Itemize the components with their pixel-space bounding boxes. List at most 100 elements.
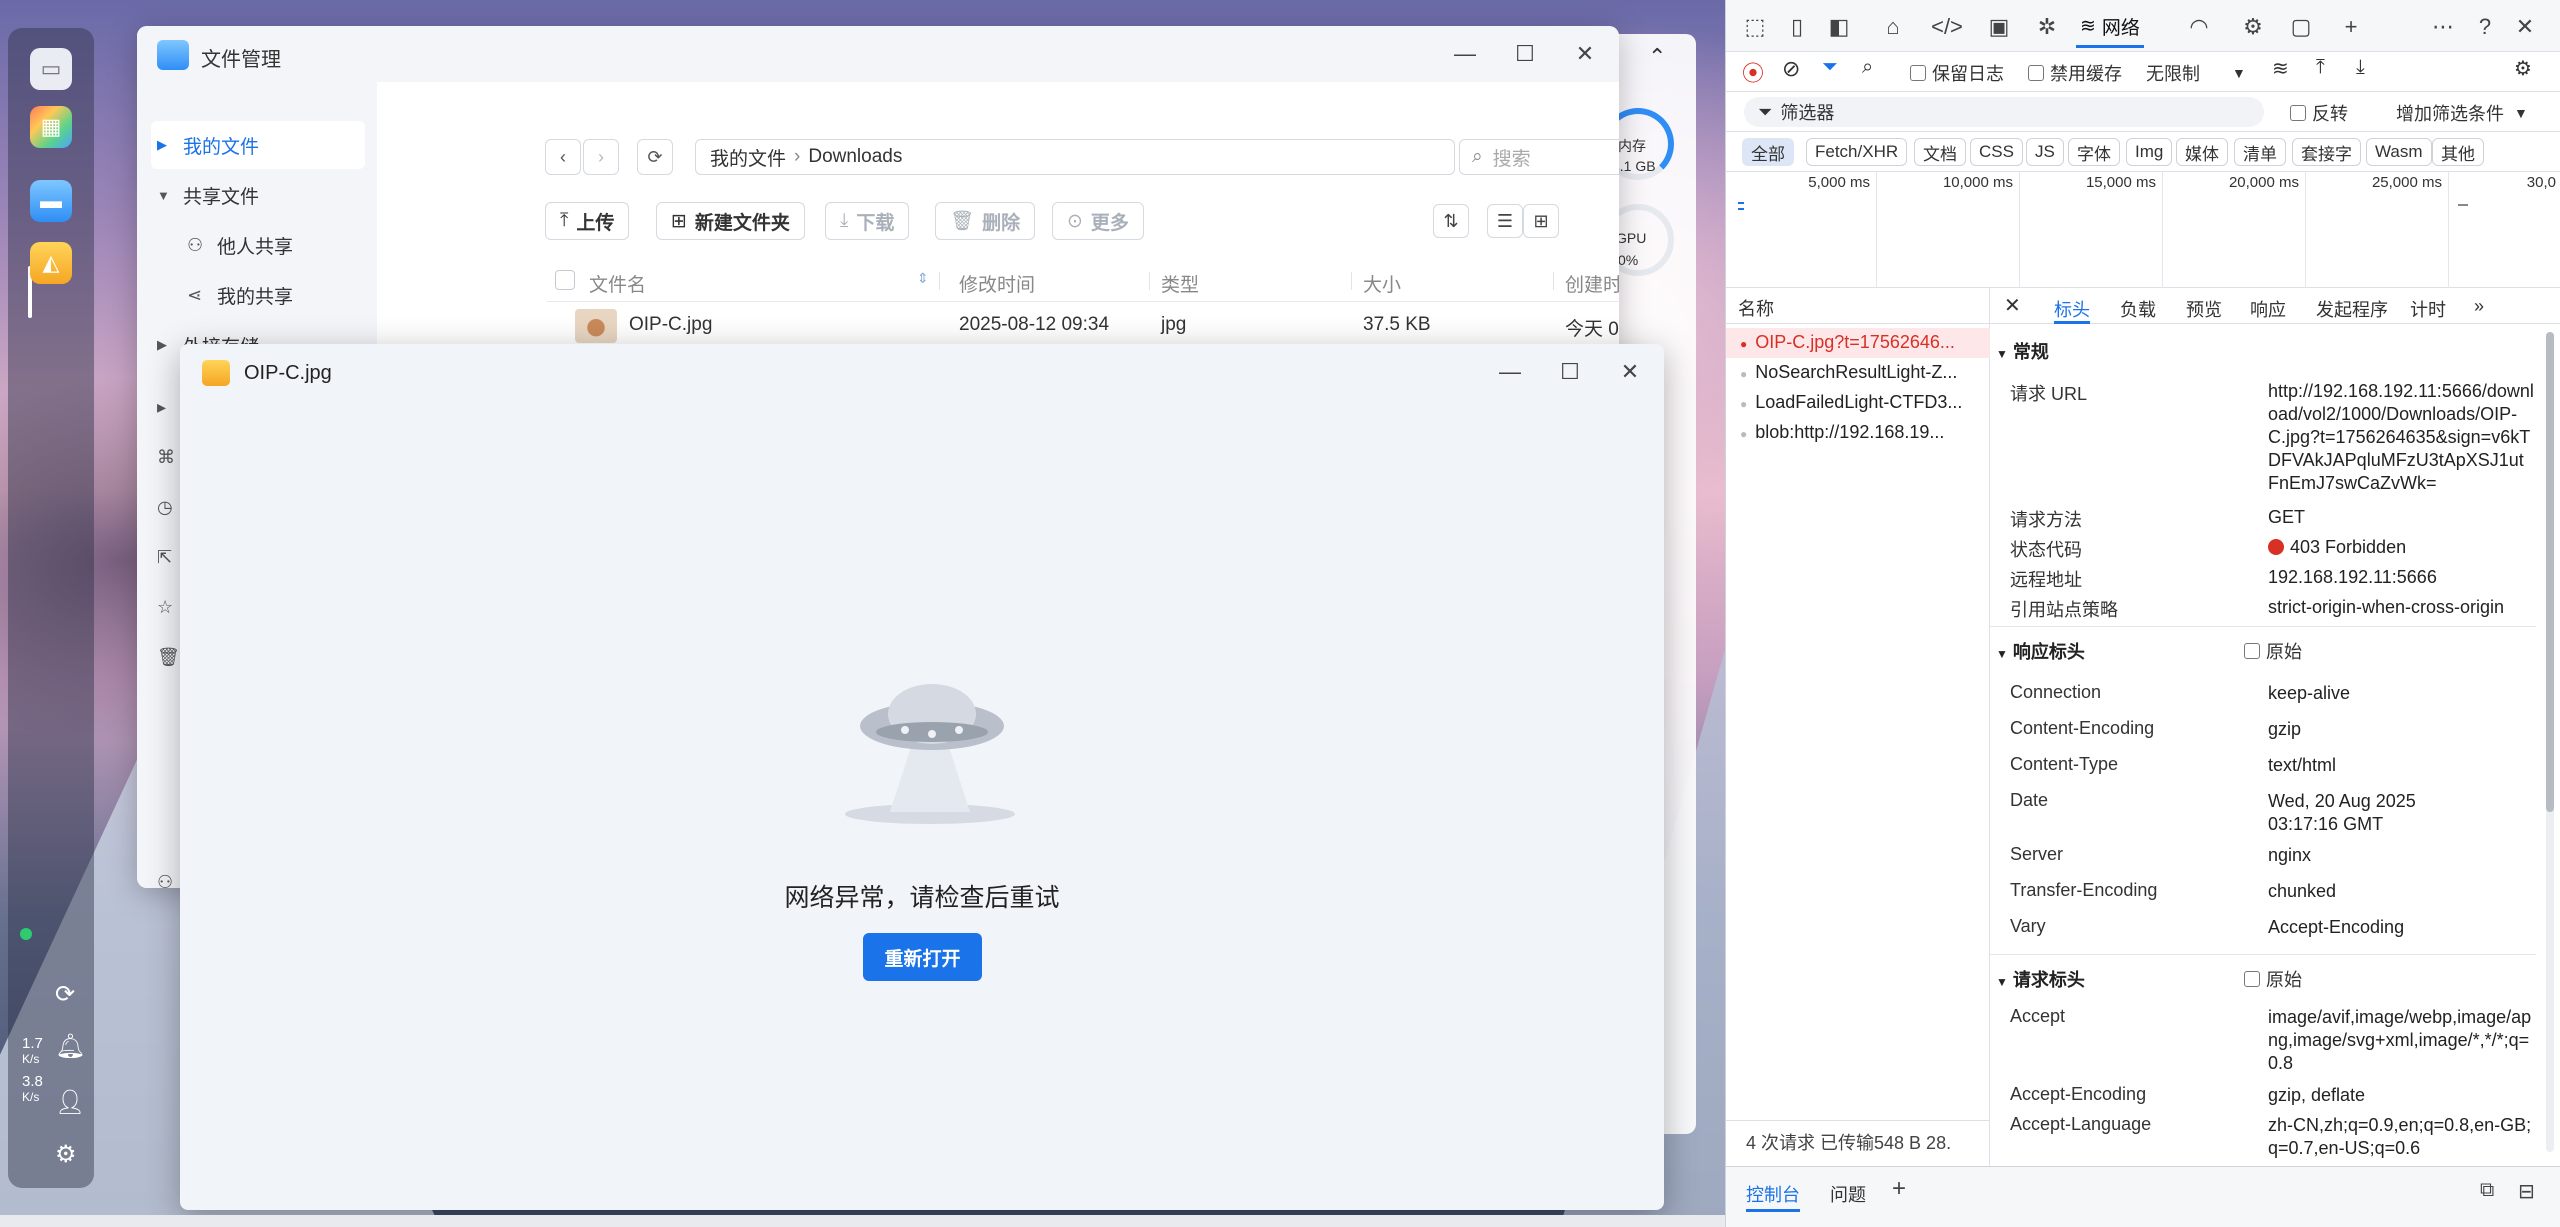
network-overview-timeline[interactable]: 5,000 ms 10,000 ms 15,000 ms 20,000 ms 2… [1726, 172, 2560, 288]
more-filters-dropdown[interactable]: 增加筛选条件 ▼ [2396, 100, 2528, 126]
refresh-button[interactable]: ⟳ [637, 139, 673, 175]
type-filter-fetch[interactable]: Fetch/XHR [1806, 138, 1908, 166]
upload-button[interactable]: ⤒ 上传 [545, 202, 630, 240]
tab-timing[interactable]: 计时 [2410, 296, 2446, 322]
column-name[interactable]: 文件名 [589, 270, 646, 297]
export-har-icon[interactable]: ⤓ [2356, 56, 2365, 79]
breadcrumb-current[interactable]: Downloads [808, 146, 902, 168]
type-filter-img[interactable]: Img [2126, 138, 2173, 166]
request-row[interactable]: ● LoadFailedLight-CTFD3... [1726, 388, 1990, 418]
help-icon[interactable]: ? [2470, 12, 2500, 42]
apps-grid-icon[interactable]: ▦ [30, 106, 72, 148]
sidebar-item-my-shares[interactable]: ⋖ 我的共享 [187, 272, 293, 318]
close-button[interactable]: ✕ [1612, 356, 1648, 388]
close-drawer-icon[interactable]: ⊟ [2518, 1179, 2535, 1204]
sort-indicator-icon[interactable]: ⇕ [917, 270, 929, 287]
tab-console[interactable]: 控制台 [1746, 1181, 1800, 1212]
user-settings-icon[interactable]: ⚇ [157, 872, 173, 888]
viewer-titlebar[interactable]: OIP-C.jpg — ☐ ✕ [180, 344, 1664, 400]
reopen-button[interactable]: 重新打开 [863, 933, 982, 981]
application-icon[interactable]: ▢ [2286, 12, 2316, 42]
disable-cache-checkbox[interactable]: 禁用缓存 [2028, 60, 2122, 86]
new-folder-button[interactable]: ⊞ 新建文件夹 [656, 202, 805, 240]
tab-network[interactable]: ≋ 网络 [2076, 8, 2144, 48]
search-icon[interactable]: ⌕ [1862, 56, 1873, 79]
import-har-icon[interactable]: ⤒ [2316, 56, 2325, 79]
type-filter-other[interactable]: 其他 [2432, 138, 2484, 166]
request-row[interactable]: ● blob:http://192.168.19... [1726, 418, 1990, 448]
add-drawer-tab-button[interactable]: + [1892, 1175, 1906, 1203]
sidebar-toggle-icon[interactable]: ◧ [1824, 12, 1854, 42]
grid-view-button[interactable]: ⊞ [1523, 204, 1559, 238]
type-filter-manifest[interactable]: 清单 [2234, 138, 2286, 166]
type-filter-font[interactable]: 字体 [2068, 138, 2120, 166]
tab-payload[interactable]: 负载 [2120, 296, 2156, 322]
file-name[interactable]: OIP-C.jpg [629, 314, 712, 336]
list-view-button[interactable]: ☰ [1487, 204, 1523, 238]
raw-response-checkbox[interactable]: 原始 [2244, 638, 2302, 664]
type-filter-all[interactable]: 全部 [1742, 138, 1794, 166]
more-tabs-icon[interactable]: » [2474, 296, 2484, 317]
type-filter-media[interactable]: 媒体 [2176, 138, 2228, 166]
close-details-icon[interactable]: ✕ [2004, 293, 2021, 318]
throttle-select[interactable]: 无限制 ▼ [2146, 60, 2246, 86]
apps-icon[interactable]: ⌘ [157, 432, 180, 482]
refresh-icon[interactable]: ⟳ [55, 980, 75, 1009]
sidebar-item-shared-by-others[interactable]: ⚇ 他人共享 [187, 222, 293, 268]
section-request-headers[interactable]: ▼ 请求标头 [1996, 966, 2085, 992]
download-button[interactable]: ⤓ 下载 [825, 202, 910, 240]
select-all-checkbox[interactable] [555, 270, 575, 290]
network-conditions-icon[interactable]: ≋ [2272, 56, 2289, 81]
type-filter-css[interactable]: CSS [1970, 138, 2023, 166]
column-type[interactable]: 类型 [1161, 270, 1199, 297]
request-row[interactable]: ● NoSearchResultLight-Z... [1726, 358, 1990, 388]
file-manager-titlebar[interactable]: 文件管理 — ☐ ✕ [137, 26, 1619, 82]
breadcrumb-root[interactable]: 我的文件 [710, 144, 786, 171]
sort-button[interactable]: ⇅ [1433, 204, 1469, 238]
maximize-button[interactable]: ☐ [1507, 38, 1543, 70]
more-options-icon[interactable]: ⋯ [2428, 12, 2458, 42]
more-tabs-plus-icon[interactable]: + [2336, 12, 2366, 42]
elements-tab-icon[interactable]: </> [1931, 12, 1963, 42]
forward-button[interactable]: › [583, 139, 619, 175]
back-button[interactable]: ‹ [545, 139, 581, 175]
collapse-icon[interactable]: ⌃ [1648, 44, 1666, 70]
chevron-right-icon[interactable]: ▸ [157, 382, 180, 432]
export-icon[interactable]: ⇱ [157, 532, 180, 582]
star-icon[interactable]: ☆ [157, 582, 180, 632]
trash-icon[interactable]: 🗑︎ [157, 632, 180, 682]
column-name-header[interactable]: 名称 [1726, 288, 1990, 324]
minimize-button[interactable]: — [1492, 356, 1528, 388]
details-scrollbar[interactable] [2546, 332, 2554, 1152]
breadcrumb[interactable]: 我的文件 › Downloads [695, 139, 1455, 175]
settings-cog-icon[interactable]: ⚙ [2238, 12, 2268, 42]
photos-icon[interactable]: ◭ [30, 242, 72, 284]
sidebar-item-my-files[interactable]: ▶ 我的文件 [157, 122, 259, 168]
clock-icon[interactable]: ◷ [157, 482, 180, 532]
type-filter-wasm[interactable]: Wasm [2366, 138, 2432, 166]
tab-issues[interactable]: 问题 [1830, 1181, 1866, 1207]
minimize-button[interactable]: — [1447, 38, 1483, 70]
type-filter-socket[interactable]: 套接字 [2292, 138, 2361, 166]
inspect-icon[interactable]: ⬚ [1740, 12, 1770, 42]
search-input[interactable]: ⌕ 搜索 [1459, 139, 1619, 175]
device-toggle-icon[interactable]: ▯ [1782, 12, 1812, 42]
tab-preview[interactable]: 预览 [2186, 296, 2222, 322]
network-settings-icon[interactable]: ⚙ [2514, 56, 2532, 81]
section-general[interactable]: ▼ 常规 [1996, 338, 2049, 364]
filter-funnel-icon[interactable]: ⏷ [1822, 56, 1838, 79]
sidebar-item-shared-files[interactable]: ▼ 共享文件 [157, 172, 259, 218]
filter-input[interactable]: ⏷ 筛选器 [1744, 97, 2264, 127]
column-modified[interactable]: 修改时间 [959, 270, 1035, 297]
request-row[interactable]: ● OIP-C.jpg?t=17562646... [1726, 328, 1990, 358]
maximize-button[interactable]: ☐ [1552, 356, 1588, 388]
tab-response[interactable]: 响应 [2250, 296, 2286, 322]
debugger-icon[interactable]: ✲ [2032, 12, 2062, 42]
record-icon[interactable]: ⦿ [1742, 56, 1764, 88]
column-created[interactable]: 创建时间 [1565, 270, 1619, 297]
monitor-icon[interactable]: ▭ [30, 48, 72, 90]
preserve-log-checkbox[interactable]: 保留日志 [1910, 60, 2004, 86]
bell-icon[interactable]: 🔔︎ [55, 1032, 85, 1061]
tab-initiator[interactable]: 发起程序 [2316, 296, 2388, 322]
raw-request-checkbox[interactable]: 原始 [2244, 966, 2302, 992]
